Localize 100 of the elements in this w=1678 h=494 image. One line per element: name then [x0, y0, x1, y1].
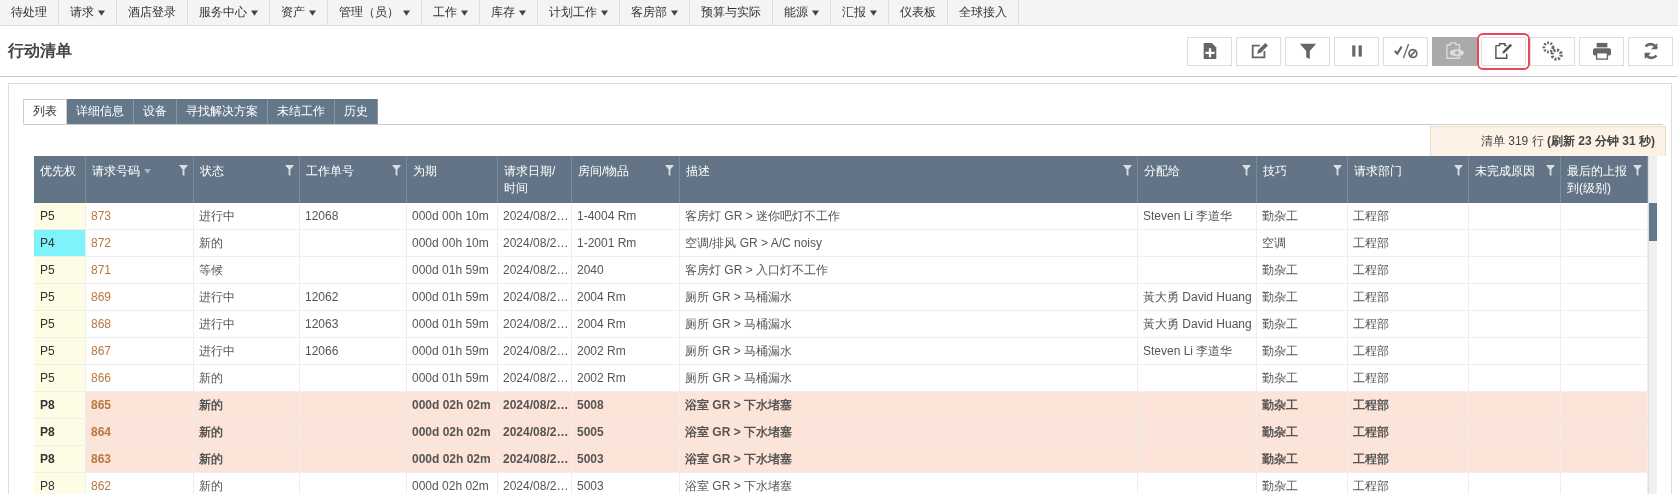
filter-icon[interactable]	[1546, 165, 1555, 176]
table-cell: 2024/08/2…	[498, 419, 572, 445]
table-cell: Steven Li 李道华	[1138, 203, 1257, 229]
request-number-link[interactable]: 868	[91, 317, 112, 331]
table-row[interactable]: P5 873 进行中 12068 000d 00h 10m 2024/08/2… 1-4004 Rm 客房灯 GR > 迷你吧灯不工作 Steven Li 李道华 勤杂工 工程部	[34, 203, 1648, 230]
filter-icon[interactable]	[1123, 165, 1132, 176]
table-row[interactable]: P5 868 进行中 12063 000d 01h 59m 2024/08/2… 2004 Rm 厕所 GR > 马桶漏水 黃大勇 David Huang 勤杂工 工程部	[34, 311, 1648, 338]
table-cell: 2024/08/2…	[498, 230, 572, 256]
approve-button[interactable]	[1383, 36, 1428, 66]
filter-icon[interactable]	[1633, 165, 1642, 176]
column-header[interactable]: 请求部门	[1354, 163, 1402, 180]
column-header[interactable]: 技巧	[1263, 163, 1287, 180]
refresh-button[interactable]	[1628, 36, 1673, 66]
request-number-link[interactable]: 873	[91, 209, 112, 223]
table-cell: 客房灯 GR > 入口灯不工作	[680, 257, 1138, 283]
priority-cell: P5	[34, 338, 86, 364]
sort-icon[interactable]	[144, 169, 151, 174]
table-cell: 2024/08/2…	[498, 365, 572, 391]
table-cell: 工程部	[1348, 203, 1469, 229]
column-header[interactable]: 为期	[413, 163, 437, 180]
request-number-link[interactable]: 866	[91, 371, 112, 385]
request-number-link[interactable]: 867	[91, 344, 112, 358]
column-header[interactable]: 分配给	[1144, 163, 1180, 180]
table-cell: 000d 01h 59m	[407, 338, 498, 364]
column-header[interactable]: 状态	[200, 163, 224, 180]
table-cell: 勤杂工	[1257, 365, 1348, 391]
request-number-link[interactable]: 862	[91, 479, 112, 493]
table-cell: 000d 01h 59m	[407, 365, 498, 391]
table-cell: 勤杂工	[1257, 311, 1348, 337]
table-cell: 勤杂工	[1257, 419, 1348, 445]
table-cell: 2024/08/2…	[498, 473, 572, 494]
table-cell: 勤杂工	[1257, 473, 1348, 494]
priority-cell: P8	[34, 419, 86, 445]
table-cell: 工程部	[1348, 392, 1469, 418]
request-number-link[interactable]: 864	[91, 425, 112, 439]
filter-icon[interactable]	[179, 165, 188, 176]
priority-cell: P4	[34, 230, 86, 256]
column-header[interactable]: 请求日期/时间	[504, 163, 567, 197]
table-row[interactable]: P8 865 新的 000d 02h 02m 2024/08/2… 5008 浴室 GR > 下水堵塞 勤杂工 工程部	[34, 392, 1648, 419]
settings-button[interactable]	[1530, 36, 1575, 66]
print-button[interactable]	[1579, 36, 1624, 66]
filter-icon[interactable]	[1333, 165, 1342, 176]
table-row[interactable]: P8 862 新的 000d 02h 02m 2024/08/2… 5003 浴室 GR > 下水堵塞 勤杂工 工程部	[34, 473, 1648, 494]
column-header[interactable]: 最后的上报到(级别)	[1567, 163, 1631, 197]
filter-button[interactable]	[1285, 36, 1330, 66]
priority-cell: P5	[34, 311, 86, 337]
table-cell: 等候	[194, 257, 300, 283]
filter-icon[interactable]	[285, 165, 294, 176]
request-number-link[interactable]: 863	[91, 452, 112, 466]
table-row[interactable]: P8 863 新的 000d 02h 02m 2024/08/2… 5003 浴室 GR > 下水堵塞 勤杂工 工程部	[34, 446, 1648, 473]
edit-icon	[1249, 42, 1268, 60]
table-cell: 浴室 GR > 下水堵塞	[680, 392, 1138, 418]
table-cell: 工程部	[1348, 419, 1469, 445]
filter-icon[interactable]	[392, 165, 401, 176]
table-cell: 勤杂工	[1257, 257, 1348, 283]
table-cell: 新的	[194, 473, 300, 494]
print-icon	[1591, 42, 1612, 60]
table-cell: 000d 00h 10m	[407, 230, 498, 256]
settings-icon	[1541, 41, 1564, 61]
table-row[interactable]: P5 869 进行中 12062 000d 01h 59m 2024/08/2… 2004 Rm 厕所 GR > 马桶漏水 黃大勇 David Huang 勤杂工 工程部	[34, 284, 1648, 311]
table-cell: 000d 02h 02m	[407, 419, 498, 445]
request-number-link[interactable]: 871	[91, 263, 112, 277]
column-header[interactable]: 请求号码	[92, 163, 140, 180]
table-cell: 000d 02h 02m	[407, 392, 498, 418]
table-cell: 新的	[194, 419, 300, 445]
scrollbar[interactable]	[1648, 156, 1657, 494]
table-cell: 2002 Rm	[572, 338, 680, 364]
table-cell: 勤杂工	[1257, 446, 1348, 472]
column-header[interactable]: 工作单号	[306, 163, 354, 180]
table-row[interactable]: P8 864 新的 000d 02h 02m 2024/08/2… 5005 浴室 GR > 下水堵塞 勤杂工 工程部	[34, 419, 1648, 446]
filter-icon	[1298, 42, 1317, 60]
column-header[interactable]: 优先权	[40, 163, 76, 180]
table-cell: 浴室 GR > 下水堵塞	[680, 473, 1138, 494]
pause-button[interactable]	[1334, 36, 1379, 66]
column-header[interactable]: 房间/物品	[578, 163, 630, 180]
request-number-link[interactable]: 872	[91, 236, 112, 250]
filter-icon[interactable]	[665, 165, 674, 176]
tab[interactable]: 寻找解决方案	[177, 99, 268, 124]
new-button[interactable]	[1187, 36, 1232, 66]
tab[interactable]: 设备	[134, 99, 177, 124]
table-cell: 2024/08/2…	[498, 203, 572, 229]
table-row[interactable]: P4 872 新的 000d 00h 10m 2024/08/2… 1-2001 Rm 空调/排风 GR > A/C noisy 空调 工程部	[34, 230, 1648, 257]
tab[interactable]: 历史	[335, 99, 378, 124]
tab[interactable]: 详细信息	[67, 99, 134, 124]
table-cell: 勤杂工	[1257, 203, 1348, 229]
filter-icon[interactable]	[1242, 165, 1251, 176]
column-header[interactable]: 未完成原因	[1475, 163, 1535, 180]
tab[interactable]: 列表	[23, 99, 67, 124]
edit-button[interactable]	[1236, 36, 1281, 66]
filter-icon[interactable]	[1454, 165, 1463, 176]
table-row[interactable]: P5 871 等候 000d 01h 59m 2024/08/2… 2040 客房灯 GR > 入口灯不工作 勤杂工 工程部	[34, 257, 1648, 284]
request-number-link[interactable]: 869	[91, 290, 112, 304]
priority-cell: P5	[34, 365, 86, 391]
table-cell: 2040	[572, 257, 680, 283]
tab[interactable]: 未结工作	[268, 99, 335, 124]
table-cell: 进行中	[194, 311, 300, 337]
request-number-link[interactable]: 865	[91, 398, 112, 412]
column-header[interactable]: 描述	[686, 163, 710, 180]
table-row[interactable]: P5 866 新的 000d 01h 59m 2024/08/2… 2002 Rm 厕所 GR > 马桶漏水 勤杂工 工程部	[34, 365, 1648, 392]
table-row[interactable]: P5 867 进行中 12066 000d 01h 59m 2024/08/2… 2002 Rm 厕所 GR > 马桶漏水 Steven Li 李道华 勤杂工 工程部	[34, 338, 1648, 365]
